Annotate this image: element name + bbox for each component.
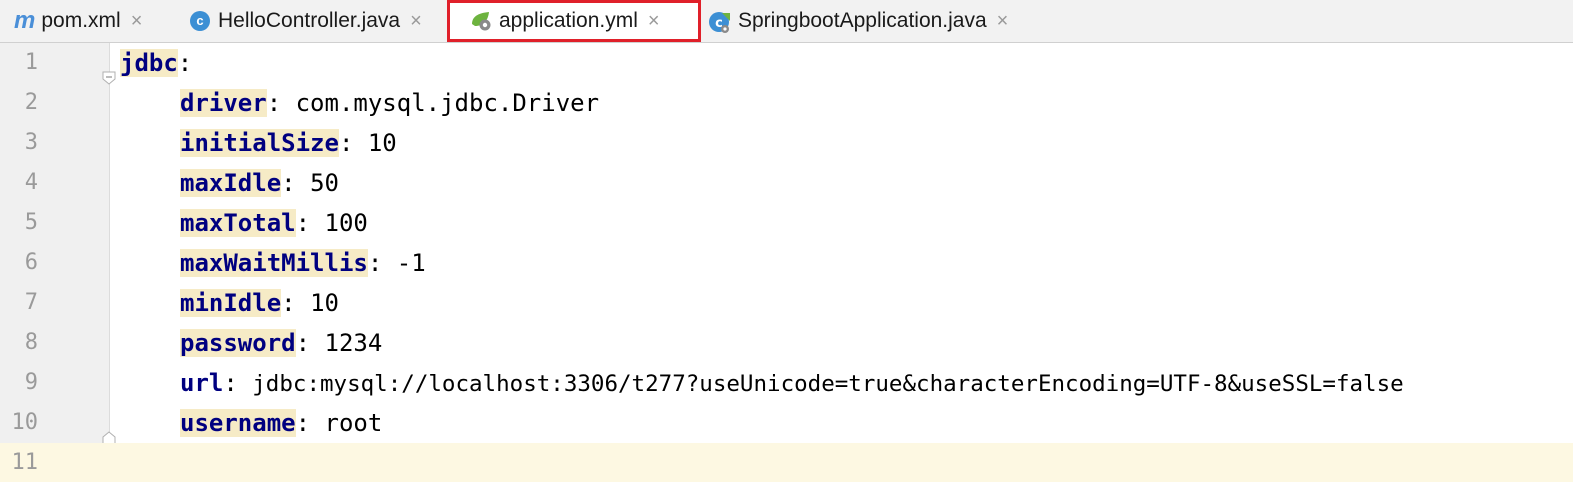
yaml-value: 50	[310, 169, 339, 197]
yaml-key: driver	[180, 89, 267, 117]
tab-label: SpringbootApplication.java	[738, 9, 987, 32]
line-number: 7	[24, 290, 38, 315]
yaml-value: -1	[396, 249, 426, 277]
code-line[interactable]: 4 maxIdle: 50	[0, 163, 1573, 203]
yaml-key: maxIdle	[180, 169, 282, 197]
code-line[interactable]: 1 jdbc:	[0, 43, 1573, 85]
yaml-key: maxWaitMillis	[180, 249, 368, 277]
yaml-key: maxTotal	[180, 209, 296, 237]
spring-config-icon	[469, 10, 491, 32]
code-editor[interactable]: 1 jdbc: 2 driver: com.mysql.jdbc.Driver …	[0, 43, 1573, 482]
line-number: 3	[24, 130, 38, 155]
line-number: 4	[24, 170, 38, 195]
yaml-key: password	[180, 329, 296, 357]
line-number: 11	[11, 450, 39, 475]
tab-label: pom.xml	[41, 9, 121, 32]
yaml-separator: :	[281, 289, 311, 317]
yaml-separator: :	[177, 49, 193, 77]
tab-hello-controller[interactable]: c HelloController.java ×	[190, 0, 422, 42]
yaml-value: jdbc:mysql://localhost:3306/t277?useUnic…	[252, 371, 1404, 397]
tab-label: application.yml	[499, 9, 638, 32]
yaml-separator: :	[223, 369, 253, 397]
code-line[interactable]: 8 password: 1234	[0, 323, 1573, 363]
tab-application-yml[interactable]: application.yml ×	[447, 0, 701, 42]
close-icon[interactable]: ×	[648, 10, 660, 33]
yaml-key: minIdle	[180, 289, 282, 317]
close-icon[interactable]: ×	[410, 10, 422, 33]
code-line[interactable]: 3 initialSize: 10	[0, 123, 1573, 163]
tab-springboot-application[interactable]: c SpringbootApplication.java ×	[708, 0, 1008, 42]
yaml-value: 10	[310, 289, 339, 317]
java-class-icon: c	[190, 11, 210, 31]
close-icon[interactable]: ×	[131, 10, 143, 33]
line-number: 8	[24, 330, 38, 355]
yaml-value: 100	[324, 209, 368, 237]
fold-icon[interactable]	[102, 57, 116, 85]
tab-label: HelloController.java	[218, 9, 401, 32]
code-line[interactable]: 10 username: root	[0, 403, 1573, 445]
code-line[interactable]: 9 url: jdbc:mysql://localhost:3306/t277?…	[0, 363, 1573, 403]
code-line[interactable]: 5 maxTotal: 100	[0, 203, 1573, 243]
close-icon[interactable]: ×	[997, 10, 1009, 33]
yaml-value: 1234	[324, 329, 383, 357]
line-number: 2	[24, 90, 38, 115]
tab-pom-xml[interactable]: m pom.xml ×	[14, 0, 142, 42]
code-line[interactable]: 6 maxWaitMillis: -1	[0, 243, 1573, 283]
line-number: 1	[24, 50, 38, 75]
yaml-key: initialSize	[180, 129, 339, 157]
yaml-separator: :	[281, 169, 311, 197]
yaml-separator: :	[295, 209, 325, 237]
line-number: 6	[24, 250, 38, 275]
yaml-key: url	[180, 369, 224, 397]
yaml-separator: :	[266, 89, 296, 117]
line-number: 9	[24, 370, 38, 395]
yaml-value: root	[324, 409, 383, 437]
code-line-current[interactable]: 11	[0, 443, 1573, 482]
yaml-key: jdbc	[120, 49, 178, 77]
line-number: 10	[11, 410, 39, 435]
yaml-key: username	[180, 409, 296, 437]
line-number: 5	[24, 210, 38, 235]
yaml-separator: :	[295, 329, 325, 357]
editor-tab-bar: m pom.xml × c HelloController.java × app…	[0, 0, 1573, 43]
maven-icon: m	[14, 7, 36, 34]
yaml-separator: :	[338, 129, 368, 157]
yaml-separator: :	[295, 409, 325, 437]
yaml-value: 10	[367, 129, 397, 157]
yaml-value: com.mysql.jdbc.Driver	[295, 89, 600, 117]
code-line[interactable]: 2 driver: com.mysql.jdbc.Driver	[0, 83, 1573, 123]
spring-boot-class-icon: c	[708, 10, 730, 33]
code-line[interactable]: 7 minIdle: 10	[0, 283, 1573, 323]
fold-end-icon[interactable]	[102, 417, 116, 445]
yaml-separator: :	[367, 249, 397, 277]
